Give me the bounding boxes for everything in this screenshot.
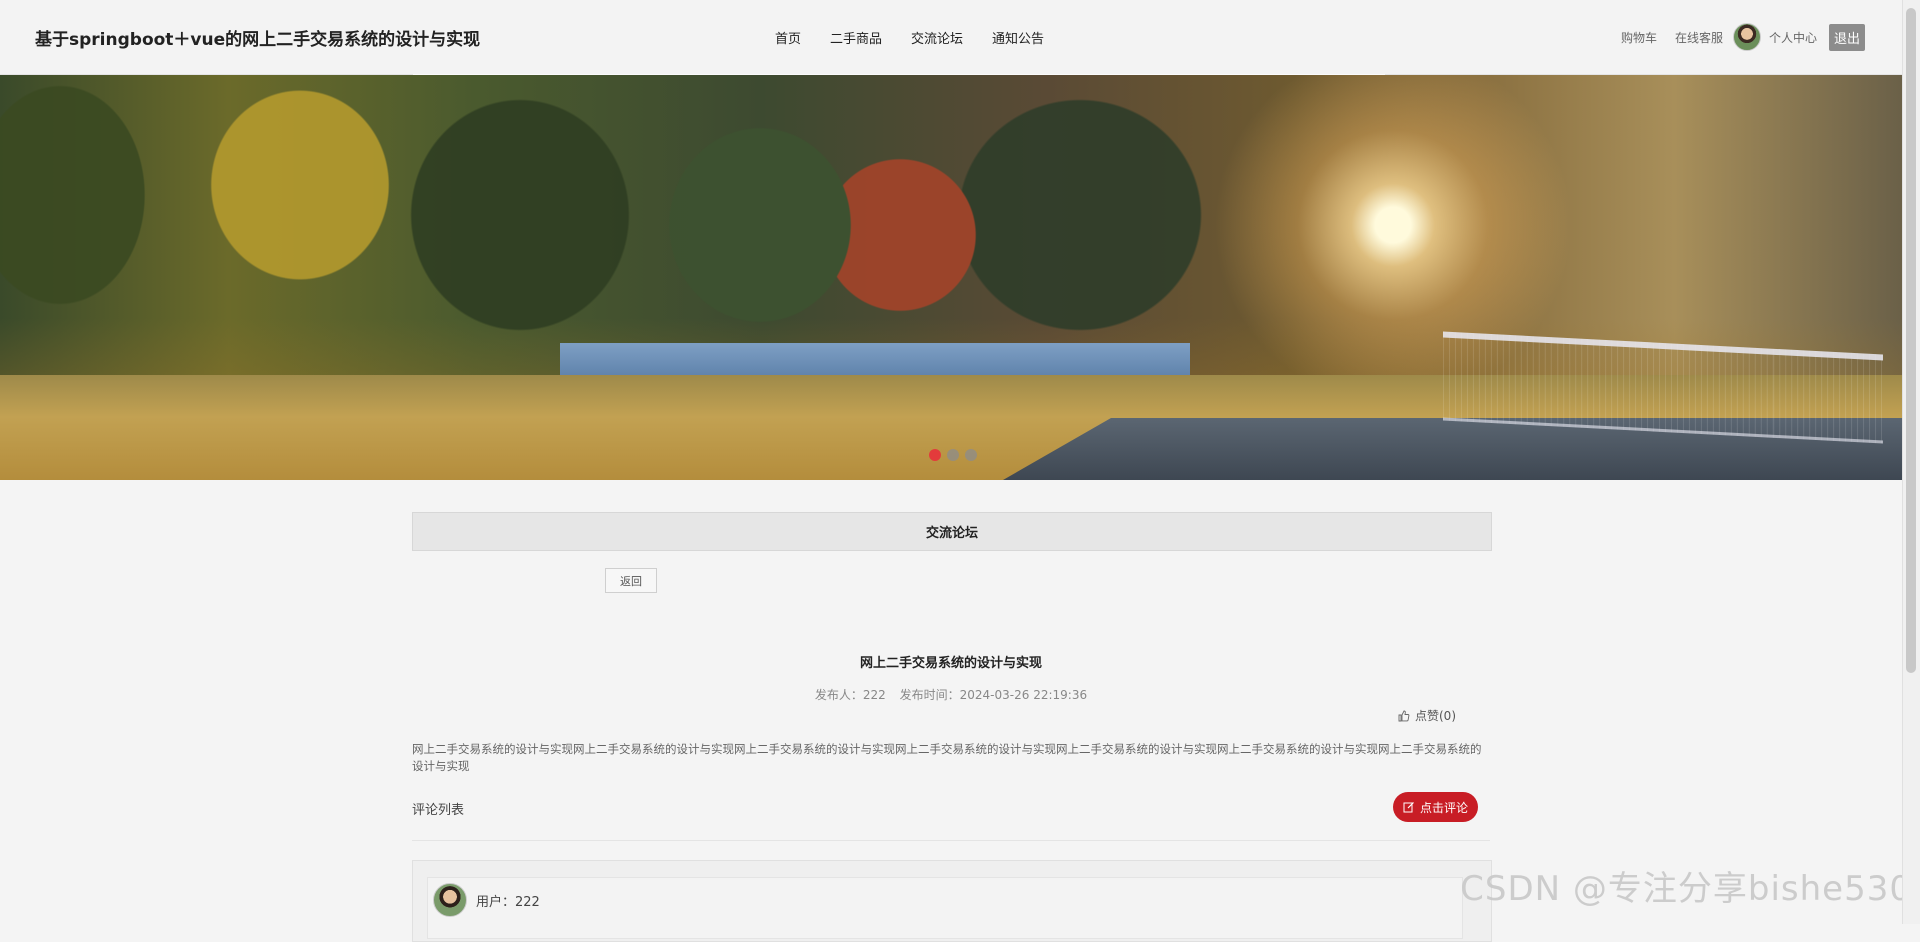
- like-button[interactable]: 点赞(0): [1398, 707, 1456, 724]
- main-nav: 首页 二手商品 交流论坛 通知公告: [775, 28, 1044, 47]
- comment-user: 用户：222: [476, 895, 540, 910]
- profile-link[interactable]: 个人中心: [1769, 29, 1817, 46]
- post-content: 网上二手交易系统的设计与实现网上二手交易系统的设计与实现网上二手交易系统的设计与…: [412, 742, 1482, 773]
- comment-avatar: [433, 883, 467, 917]
- section-title-bar: 交流论坛: [412, 512, 1492, 551]
- site-title: 基于springboot＋vue的网上二手交易系统的设计与实现: [35, 30, 481, 50]
- like-count: 点赞(0): [1415, 709, 1456, 723]
- edit-icon: [1403, 802, 1414, 813]
- divider: [412, 840, 1490, 841]
- post-time: 发布时间：2024-03-26 22:19:36: [899, 688, 1088, 702]
- nav-goods[interactable]: 二手商品: [830, 28, 882, 47]
- thumbs-up-icon: [1398, 710, 1410, 721]
- carousel-dot-2[interactable]: [947, 449, 959, 461]
- comment-body: [427, 877, 1463, 939]
- cart-link[interactable]: 购物车: [1621, 29, 1657, 46]
- post-author: 发布人：222: [814, 688, 886, 702]
- section-title: 交流论坛: [925, 526, 978, 541]
- avatar[interactable]: [1732, 23, 1761, 51]
- watermark: CSDN @专注分享bishe530: [1460, 869, 1912, 909]
- post-title: 网上二手交易系统的设计与实现: [859, 656, 1042, 671]
- add-comment-label: 点击评论: [1420, 800, 1469, 815]
- customer-service-link[interactable]: 在线客服: [1675, 29, 1723, 46]
- user-area: 购物车 在线客服 个人中心 退出: [1603, 23, 1865, 51]
- carousel-dot-3[interactable]: [965, 449, 977, 461]
- banner-carousel[interactable]: [0, 75, 1903, 480]
- back-button[interactable]: 返回: [605, 568, 657, 593]
- top-header: 基于springboot＋vue的网上二手交易系统的设计与实现 首页 二手商品 …: [0, 0, 1903, 75]
- banner-trees: [0, 75, 1903, 345]
- carousel-indicators: [929, 449, 977, 461]
- carousel-dot-1[interactable]: [929, 449, 941, 461]
- logout-button[interactable]: 退出: [1828, 23, 1865, 51]
- post-meta: 发布人：222 发布时间：2024-03-26 22:19:36: [412, 686, 1490, 703]
- add-comment-button[interactable]: 点击评论: [1393, 792, 1479, 822]
- comments-label: 评论列表: [412, 803, 465, 818]
- nav-notice[interactable]: 通知公告: [992, 28, 1044, 47]
- scrollbar-thumb[interactable]: [1906, 8, 1916, 673]
- nav-forum[interactable]: 交流论坛: [911, 28, 963, 47]
- scrollbar[interactable]: [1902, 0, 1920, 924]
- nav-home[interactable]: 首页: [775, 28, 801, 47]
- comment-item: 用户：222: [412, 860, 1492, 942]
